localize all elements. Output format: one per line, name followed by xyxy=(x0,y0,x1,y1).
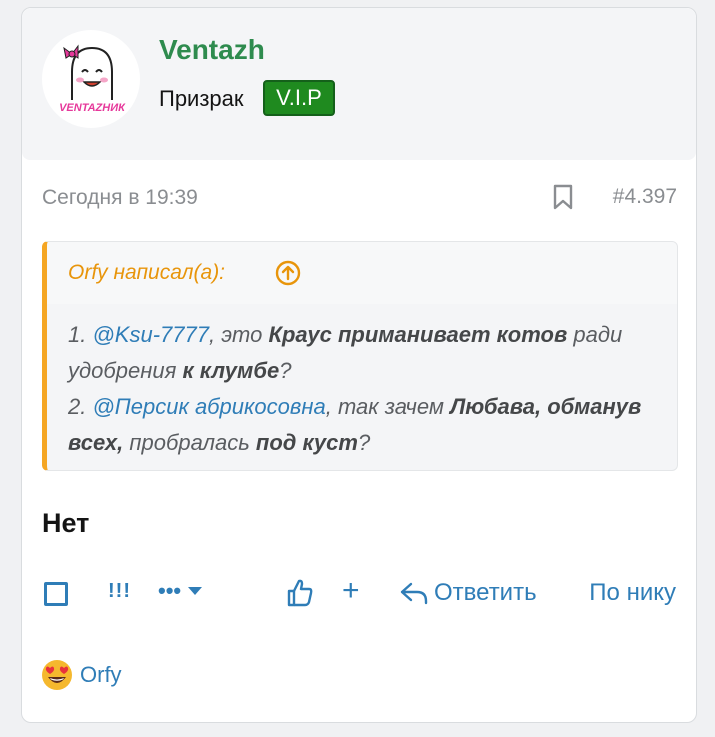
reply-button[interactable]: Ответить xyxy=(400,579,537,607)
reaction-user-link[interactable]: Orfy xyxy=(80,662,122,688)
quote-header: Orfy написал(а): xyxy=(47,242,677,304)
quote-line-1: 1. @Ksu-7777, это Краус приманивает кото… xyxy=(68,322,623,383)
reply-label: Ответить xyxy=(434,579,537,606)
post-date[interactable]: Сегодня в 19:39 xyxy=(42,186,198,210)
post-number[interactable]: #4.397 xyxy=(613,185,677,209)
quote-author[interactable]: Orfy написал(а): xyxy=(68,261,225,285)
report-button[interactable]: !!! xyxy=(108,580,131,603)
more-menu-button[interactable]: ••• xyxy=(158,578,203,604)
reply-icon xyxy=(400,582,428,605)
quote-block: Orfy написал(а): 1. @Ksu-7777, это Краус… xyxy=(42,241,678,471)
bookmark-icon[interactable] xyxy=(552,184,574,210)
caret-down-icon xyxy=(188,587,203,595)
user-title: Призрак xyxy=(159,86,244,111)
vip-badge: V.I.P xyxy=(263,80,335,116)
add-reaction-button[interactable]: + xyxy=(342,574,360,608)
mention-link[interactable]: @Персик абрикосовна xyxy=(92,394,325,419)
avatar[interactable]: VENTAZHИК xyxy=(42,30,140,128)
heart-eyes-emoji-icon xyxy=(42,660,72,690)
by-nick-button[interactable]: По нику xyxy=(589,579,676,607)
arrow-up-circle-icon[interactable] xyxy=(275,260,301,286)
quote-text: 1. @Ksu-7777, это Краус приманивает кото… xyxy=(68,317,663,461)
ghost-avatar-icon: VENTAZHИК xyxy=(58,44,126,114)
more-label: ••• xyxy=(158,578,182,603)
post-actions: !!! ••• + Ответить По нику xyxy=(22,574,696,616)
select-checkbox[interactable] xyxy=(44,582,68,606)
mention-link[interactable]: @Ksu-7777 xyxy=(92,322,209,347)
post-card: VENTAZHИК Ventazh Призрак V.I.P Сегодня … xyxy=(21,7,697,723)
post-user-header: VENTAZHИК Ventazh Призрак V.I.P xyxy=(22,8,696,160)
reactions-bar: Orfy xyxy=(40,658,122,692)
username[interactable]: Ventazh xyxy=(159,34,265,66)
quote-line-2: 2. @Персик абрикосовна, так зачем Любава… xyxy=(68,394,642,455)
svg-text:VENTAZHИК: VENTAZHИК xyxy=(59,102,126,114)
message-text: Нет xyxy=(42,508,90,538)
thumbs-up-icon[interactable] xyxy=(286,578,314,608)
